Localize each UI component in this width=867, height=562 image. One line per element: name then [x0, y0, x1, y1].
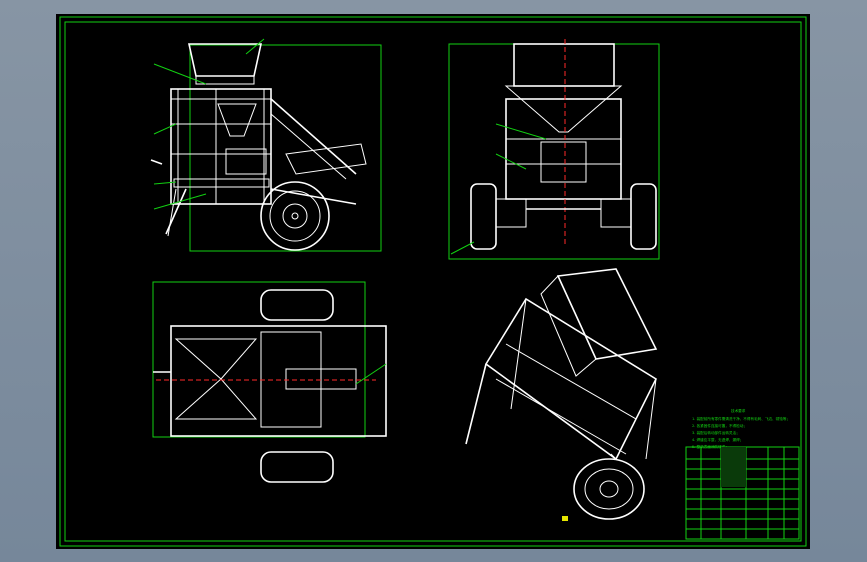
gearbox: [540, 141, 587, 183]
note-line: 1. 装配前所有零件需清洗干净，不得有毛刺、飞边、锈蚀等；: [692, 416, 790, 421]
title-block-fill: [721, 447, 746, 487]
isometric-view: [465, 268, 658, 520]
technical-notes: 技术要求 1. 装配前所有零件需清洗干净，不得有毛刺、飞边、锈蚀等； 2. 各紧…: [692, 408, 790, 449]
top-view: [152, 281, 387, 483]
note-line: 3. 装配后转动部件运转灵活；: [692, 430, 740, 435]
wheel-tire: [260, 181, 330, 251]
hub-right: [600, 198, 632, 228]
auger-housing: [285, 143, 367, 175]
hopper: [188, 43, 262, 77]
leader-line: [355, 363, 387, 385]
hub-left: [495, 198, 527, 228]
hopper-top: [174, 338, 258, 380]
hopper-funnel: [504, 85, 623, 133]
leader-line: [495, 153, 527, 170]
drawing-sheet: 技术要求 1. 装配前所有零件需清洗干净，不得有毛刺、飞边、锈蚀等； 2. 各紧…: [56, 14, 810, 549]
frame-rail: [495, 378, 627, 455]
notes-heading: 技术要求: [731, 408, 746, 413]
title-block: [685, 446, 800, 540]
hitch-handle: [150, 159, 163, 165]
cad-viewer: 技术要求 1. 装配前所有零件需清洗干净，不得有毛刺、飞边、锈蚀等； 2. 各紧…: [0, 0, 867, 562]
leader-line: [153, 123, 177, 135]
frame-post: [645, 378, 657, 460]
note-line: 2. 各紧固件连接可靠，不得松动；: [692, 423, 747, 428]
leader-line: [495, 123, 547, 140]
leader-line: [450, 241, 475, 255]
hitch-iso: [465, 363, 487, 445]
axle-bar: [173, 178, 270, 188]
diagonal-brace: [270, 113, 347, 180]
inner-chute: [217, 103, 257, 137]
wheel-left: [470, 183, 497, 250]
wheel-hub: [282, 203, 308, 229]
gearbox: [225, 148, 267, 175]
leader-line: [153, 193, 207, 210]
leader-line: [245, 38, 265, 55]
wheel-hub: [599, 480, 619, 498]
main-frame: [505, 98, 622, 200]
wheel-top: [260, 289, 334, 321]
wheel-right: [630, 183, 657, 250]
marker-icon: [562, 516, 568, 521]
wheel-center: [291, 212, 299, 220]
front-view: [150, 38, 382, 252]
hopper-neck: [195, 75, 255, 85]
wheel-rim: [269, 190, 321, 242]
leader-line: [153, 63, 207, 85]
note-line: 4. 焊缝应平整，无虚焊、漏焊；: [692, 437, 743, 442]
diagonal-brace: [270, 98, 357, 175]
frame-iso: [484, 297, 658, 461]
drawbar: [270, 188, 357, 205]
side-view: [448, 39, 660, 260]
wheel-rim: [584, 468, 634, 510]
wheel-bottom: [260, 451, 334, 483]
hopper: [513, 43, 615, 87]
hopper-bottom: [174, 378, 258, 420]
hopper-iso: [556, 268, 658, 360]
leader-line: [153, 181, 177, 185]
drawing-canvas: 技术要求 1. 装配前所有零件需清洗干净，不得有毛刺、飞边、锈蚀等； 2. 各紧…: [59, 16, 807, 547]
